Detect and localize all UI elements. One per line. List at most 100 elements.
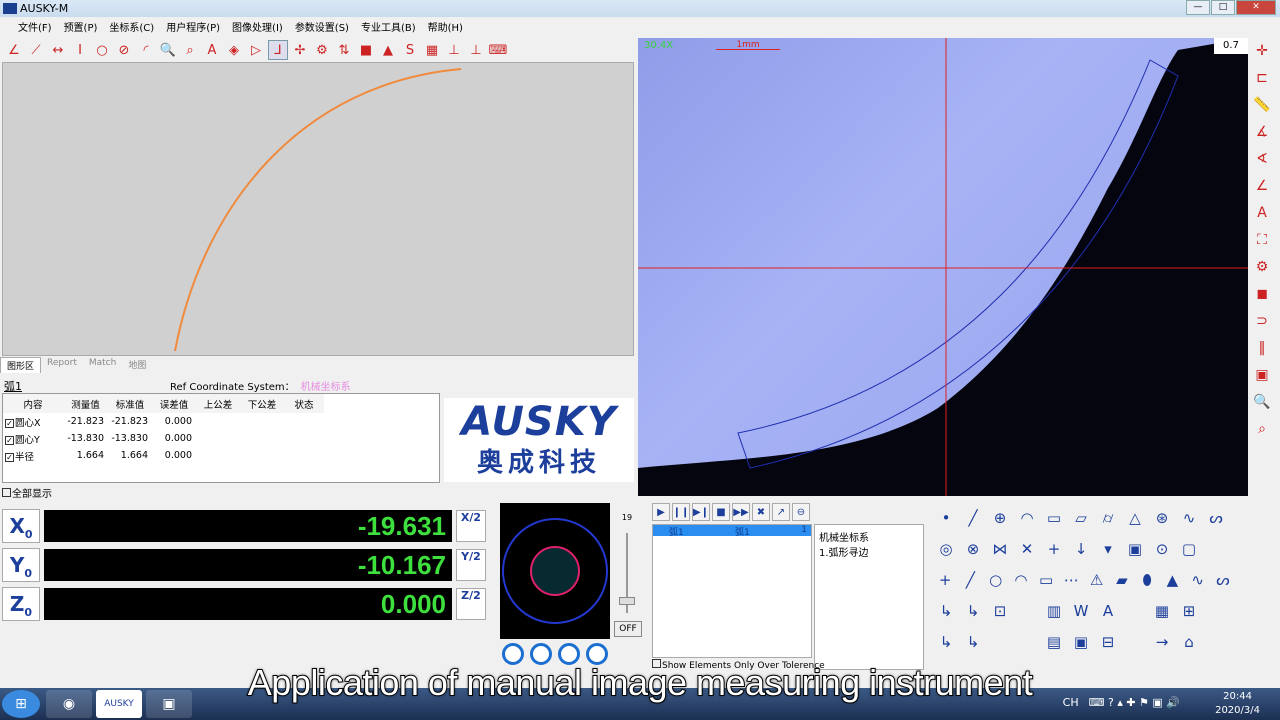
- element-tool-icon[interactable]: ⌭: [1096, 505, 1120, 531]
- menu-item[interactable]: 文件(F): [12, 19, 58, 34]
- tab-2[interactable]: Match: [83, 357, 122, 373]
- minimize-button[interactable]: —: [1186, 0, 1210, 15]
- triangle-icon[interactable]: ▲: [378, 40, 398, 60]
- element-tool-icon[interactable]: ⬮: [1136, 567, 1158, 593]
- text-icon[interactable]: A: [1250, 200, 1274, 225]
- element-tool-icon[interactable]: +: [934, 567, 956, 593]
- element-tool-icon[interactable]: ᔕ: [1204, 505, 1228, 531]
- element-tool-icon[interactable]: A: [1096, 598, 1120, 624]
- element-tool-icon[interactable]: [1123, 598, 1147, 624]
- element-tool-icon[interactable]: ⊡: [988, 598, 1012, 624]
- program-row[interactable]: 弧1 弧1 1: [653, 525, 811, 538]
- angle-y-icon[interactable]: ∢: [1250, 146, 1274, 171]
- capture-icon[interactable]: ▣: [1250, 362, 1274, 387]
- program-control-button[interactable]: ▶: [652, 503, 670, 521]
- element-tool-icon[interactable]: ▾: [1096, 536, 1120, 562]
- element-tool-icon[interactable]: ⌂: [1177, 629, 1201, 655]
- settings-icon[interactable]: ⚙: [1250, 254, 1274, 279]
- menu-item[interactable]: 参数设置(S): [289, 19, 355, 34]
- element-tool-icon[interactable]: ⋯: [1060, 567, 1082, 593]
- text-icon[interactable]: A: [202, 40, 222, 60]
- element-tool-icon[interactable]: ⊗: [961, 536, 985, 562]
- element-tool-icon[interactable]: →: [1150, 629, 1174, 655]
- no-circle-icon[interactable]: ⊘: [114, 40, 134, 60]
- element-tool-icon[interactable]: ▥: [1042, 598, 1066, 624]
- keyboard-icon[interactable]: ⌨: [488, 40, 508, 60]
- element-tool-icon[interactable]: ⊞: [1177, 598, 1201, 624]
- edge-icon[interactable]: ⊏: [1250, 65, 1274, 90]
- element-tool-icon[interactable]: ↳: [961, 598, 985, 624]
- element-tool-icon[interactable]: ∿: [1187, 567, 1209, 593]
- element-tool-icon[interactable]: ∿: [1177, 505, 1201, 531]
- element-tool-icon[interactable]: ⚠: [1086, 567, 1108, 593]
- program-control-button[interactable]: ▶▶: [732, 503, 750, 521]
- axis-icon[interactable]: ⅃: [268, 40, 288, 60]
- element-tool-icon[interactable]: ▱: [1069, 505, 1093, 531]
- element-tool-icon[interactable]: ▣: [1123, 536, 1147, 562]
- zoom-fit-icon[interactable]: ⌕: [180, 40, 200, 60]
- arc-icon[interactable]: ◜: [136, 40, 156, 60]
- zoom-icon[interactable]: 🔍: [1250, 389, 1274, 414]
- element-tool-icon[interactable]: ▰: [1111, 567, 1133, 593]
- barcode-icon[interactable]: ‖: [1250, 335, 1274, 360]
- swap-icon[interactable]: ⇅: [334, 40, 354, 60]
- element-tool-icon[interactable]: ▭: [1042, 505, 1066, 531]
- element-tool-icon[interactable]: [1123, 629, 1147, 655]
- zoom-area-icon[interactable]: ⌕: [1250, 416, 1274, 441]
- program-control-button[interactable]: ▶❙: [692, 503, 710, 521]
- element-tool-icon[interactable]: ▲: [1161, 567, 1183, 593]
- center-icon[interactable]: ⊥: [444, 40, 464, 60]
- program-control-button[interactable]: ↗: [772, 503, 790, 521]
- half-button[interactable]: Z/2: [456, 588, 486, 620]
- element-tool-icon[interactable]: •: [934, 505, 958, 531]
- record-icon[interactable]: ◼: [1250, 281, 1274, 306]
- menu-item[interactable]: 专业工具(B): [355, 19, 422, 34]
- slider-thumb[interactable]: [619, 597, 635, 605]
- light-slider[interactable]: 19: [616, 503, 638, 618]
- probe-icon[interactable]: ▷: [246, 40, 266, 60]
- program-control-button[interactable]: ✖: [752, 503, 770, 521]
- element-tool-icon[interactable]: ⋈: [988, 536, 1012, 562]
- joystick-view[interactable]: [500, 503, 610, 639]
- element-tool-icon[interactable]: ✕: [1015, 536, 1039, 562]
- circle-icon[interactable]: ○: [92, 40, 112, 60]
- pipe-icon[interactable]: ⊃: [1250, 308, 1274, 333]
- ruler-icon[interactable]: 📏: [1250, 92, 1274, 117]
- row-checkbox[interactable]: ✓: [5, 418, 14, 428]
- element-tool-icon[interactable]: ⊙: [1150, 536, 1174, 562]
- tab-1[interactable]: Report: [41, 357, 83, 373]
- menu-item[interactable]: 图像处理(I): [226, 19, 289, 34]
- angle-x-icon[interactable]: ∡: [1250, 119, 1274, 144]
- element-tool-icon[interactable]: ○: [985, 567, 1007, 593]
- zoom-value[interactable]: 0.7: [1214, 38, 1248, 54]
- zoom-in-icon[interactable]: 🔍: [158, 40, 178, 60]
- element-tool-icon[interactable]: ◠: [1010, 567, 1032, 593]
- element-tool-icon[interactable]: ᔕ: [1212, 567, 1234, 593]
- close-button[interactable]: ✕: [1236, 0, 1276, 15]
- program-control-button[interactable]: ⊖: [792, 503, 810, 521]
- angle-icon[interactable]: ∠: [1250, 173, 1274, 198]
- half-button[interactable]: Y/2: [456, 549, 486, 581]
- element-tool-icon[interactable]: △: [1123, 505, 1147, 531]
- element-tool-icon[interactable]: ⊟: [1096, 629, 1120, 655]
- element-tool-icon[interactable]: ↳: [934, 629, 958, 655]
- element-tool-icon[interactable]: ◠: [1015, 505, 1039, 531]
- element-tool-icon[interactable]: +: [1042, 536, 1066, 562]
- row-checkbox[interactable]: ✓: [5, 435, 14, 445]
- show-all-checkbox[interactable]: 全部显示: [2, 485, 52, 500]
- element-tool-icon[interactable]: ▤: [1042, 629, 1066, 655]
- line-icon[interactable]: ⟋: [26, 40, 46, 60]
- menu-item[interactable]: 预置(P): [58, 19, 104, 34]
- element-tool-icon[interactable]: ▣: [1069, 629, 1093, 655]
- program-control-button[interactable]: ❙❙: [672, 503, 690, 521]
- crosshair-icon[interactable]: ✛: [1250, 38, 1274, 63]
- 3d-icon[interactable]: ◈: [224, 40, 244, 60]
- program-control-button[interactable]: ■: [712, 503, 730, 521]
- distance-icon[interactable]: ↔: [48, 40, 68, 60]
- ref-value[interactable]: 机械坐标系: [301, 382, 351, 393]
- menu-item[interactable]: 帮助(H): [422, 19, 469, 34]
- element-tool-icon[interactable]: ◎: [934, 536, 958, 562]
- menu-item[interactable]: 用户程序(P): [160, 19, 226, 34]
- height-icon[interactable]: I: [70, 40, 90, 60]
- element-tool-icon[interactable]: ↳: [934, 598, 958, 624]
